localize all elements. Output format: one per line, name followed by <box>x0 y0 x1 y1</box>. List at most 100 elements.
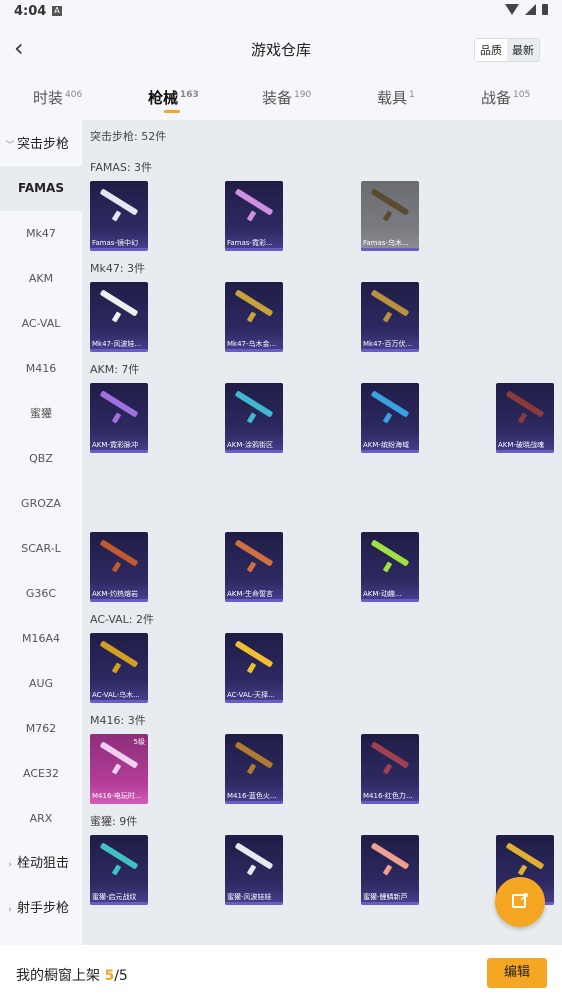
gun-grip <box>111 412 122 424</box>
tab-label: 时装 <box>33 89 64 107</box>
skin-card[interactable]: AKM-生命誓言 <box>225 532 283 602</box>
sort-quality-button[interactable]: 品质 <box>475 39 507 61</box>
tab-equipment[interactable]: 装备 190 <box>262 87 311 108</box>
gun-grip <box>246 662 257 674</box>
skin-card[interactable]: Mk47-百万伏... <box>361 282 419 352</box>
group-title-m416: M416: 3件 <box>90 714 146 727</box>
skin-card[interactable]: 蜜獾-启元战纹 <box>90 835 148 905</box>
sidebar-item-famas[interactable]: FAMAS <box>0 166 82 211</box>
skin-card[interactable]: 蜜獾-风波娃娃 <box>225 835 283 905</box>
skin-label: AC-VAL-天择... <box>227 691 275 699</box>
skin-card[interactable]: Mk47-乌木金... <box>225 282 283 352</box>
skin-card[interactable]: AC-VAL-天择... <box>225 633 283 703</box>
level-badge: 5级 <box>133 738 145 746</box>
sidebar-category-label: 栓动狙击 <box>17 856 70 871</box>
skin-card[interactable]: M416-红色力... <box>361 734 419 804</box>
gun-grip <box>111 210 122 222</box>
status-bar: 4:04 A <box>0 0 562 24</box>
skin-card[interactable]: AKM-破晓战魂 <box>496 383 554 453</box>
skin-card[interactable]: AKM-缤纷海域 <box>361 383 419 453</box>
tab-guns[interactable]: 枪械 163 <box>148 87 199 108</box>
sidebar-item-aug[interactable]: AUG <box>0 661 82 706</box>
sidebar-item-scarl[interactable]: SCAR-L <box>0 526 82 571</box>
skin-card[interactable]: AKM-涂鸦街区 <box>225 383 283 453</box>
skin-label: Mk47-风波娃... <box>92 340 142 348</box>
skin-card[interactable]: M416-蓝色火... <box>225 734 283 804</box>
sidebar-item-arx[interactable]: ARX <box>0 796 82 841</box>
sidebar-item-m416[interactable]: M416 <box>0 346 82 391</box>
skin-label: AKM-灼热熔岩 <box>92 590 138 598</box>
tab-label: 装备 <box>262 89 293 107</box>
gun-grip <box>111 561 122 573</box>
skin-card[interactable]: Mk47-风波娃... <box>90 282 148 352</box>
skin-card[interactable]: 5级 M416-电玩时... <box>90 734 148 804</box>
quality-bar <box>225 599 283 602</box>
skin-card[interactable]: Famas-镜中幻 <box>90 181 148 251</box>
sidebar-item-groza[interactable]: GROZA <box>0 481 82 526</box>
skin-label: AKM-缤纷海域 <box>363 441 409 449</box>
skin-card[interactable]: Famas-霓彩... <box>225 181 283 251</box>
quality-bar <box>90 349 148 352</box>
gun-grip <box>111 864 122 876</box>
gun-grip <box>246 311 257 323</box>
sort-toggle[interactable]: 品质 最新 <box>474 38 540 62</box>
skin-card[interactable]: AKM-动趣... <box>361 532 419 602</box>
tab-count: 163 <box>180 90 199 100</box>
sidebar-item-mk47[interactable]: Mk47 <box>0 211 82 256</box>
status-icons <box>505 4 548 15</box>
skin-label: AKM-霓彩脉冲 <box>92 441 138 449</box>
tab-vehicles[interactable]: 载具 1 <box>377 87 415 108</box>
showcase-current: 5 <box>104 968 115 984</box>
status-time: 4:04 <box>14 4 47 19</box>
gun-grip <box>382 412 393 424</box>
quality-bar <box>90 700 148 703</box>
tab-fashion[interactable]: 时装 406 <box>33 87 82 108</box>
gun-grip <box>246 561 257 573</box>
chevron-right-icon: › <box>8 860 12 870</box>
sidebar-category-bolt-sniper[interactable]: › 栓动狙击 <box>0 841 82 886</box>
sidebar-item-honeybadger[interactable]: 蜜獾 <box>0 391 82 436</box>
skin-card[interactable]: AKM-灼热熔岩 <box>90 532 148 602</box>
sidebar-item-acval[interactable]: AC-VAL <box>0 301 82 346</box>
quality-bar <box>90 902 148 905</box>
quality-bar <box>225 450 283 453</box>
sidebar-item-akm[interactable]: AKM <box>0 256 82 301</box>
group-title-akm: AKM: 7件 <box>90 363 140 376</box>
gun-grip <box>382 763 393 775</box>
sidebar-category-marksman[interactable]: › 射手步枪 <box>0 886 82 931</box>
skin-card[interactable]: 蜜獾-鲤鳞新芦 <box>361 835 419 905</box>
signal-icon <box>525 4 536 15</box>
sidebar-item-ace32[interactable]: ACE32 <box>0 751 82 796</box>
tab-supplies[interactable]: 战备 105 <box>481 87 530 108</box>
sidebar-item-qbz[interactable]: QBZ <box>0 436 82 481</box>
notification-a-icon: A <box>52 6 62 16</box>
skin-card[interactable]: AC-VAL-乌木... <box>90 633 148 703</box>
gun-grip <box>246 763 257 775</box>
quality-bar <box>225 700 283 703</box>
skin-label: Mk47-百万伏... <box>363 340 413 348</box>
skin-label: 蜜獾-风波娃娃 <box>227 893 272 901</box>
skin-label: Mk47-乌木金... <box>227 340 277 348</box>
sidebar-category-assault-rifles[interactable]: ﹀ 突击步枪 <box>0 122 82 167</box>
sidebar-item-g36c[interactable]: G36C <box>0 571 82 616</box>
skin-card[interactable]: AKM-霓彩脉冲 <box>90 383 148 453</box>
summary-count: 突击步枪: 52件 <box>90 130 167 143</box>
skin-label: 蜜獾-启元战纹 <box>92 893 137 901</box>
skin-label: Famas-霓彩... <box>227 239 273 247</box>
gun-grip <box>517 864 528 876</box>
share-fab-button[interactable]: ↗ <box>495 877 545 927</box>
skin-label: M416-电玩时... <box>92 792 142 800</box>
quality-bar <box>225 248 283 251</box>
group-title-honeybadger: 蜜獾: 9件 <box>90 815 138 828</box>
tab-count: 406 <box>65 90 83 100</box>
battery-icon <box>542 4 548 15</box>
sidebar-item-m16a4[interactable]: M16A4 <box>0 616 82 661</box>
gun-grip <box>382 864 393 876</box>
tab-label: 枪械 <box>148 89 179 107</box>
skin-card[interactable]: Famas-乌木... <box>361 181 419 251</box>
skin-label: Famas-乌木... <box>363 239 409 247</box>
edit-button[interactable]: 编辑 <box>487 958 547 988</box>
sidebar-item-m762[interactable]: M762 <box>0 706 82 751</box>
skin-label: AC-VAL-乌木... <box>92 691 140 699</box>
sort-latest-button[interactable]: 最新 <box>507 39 539 61</box>
